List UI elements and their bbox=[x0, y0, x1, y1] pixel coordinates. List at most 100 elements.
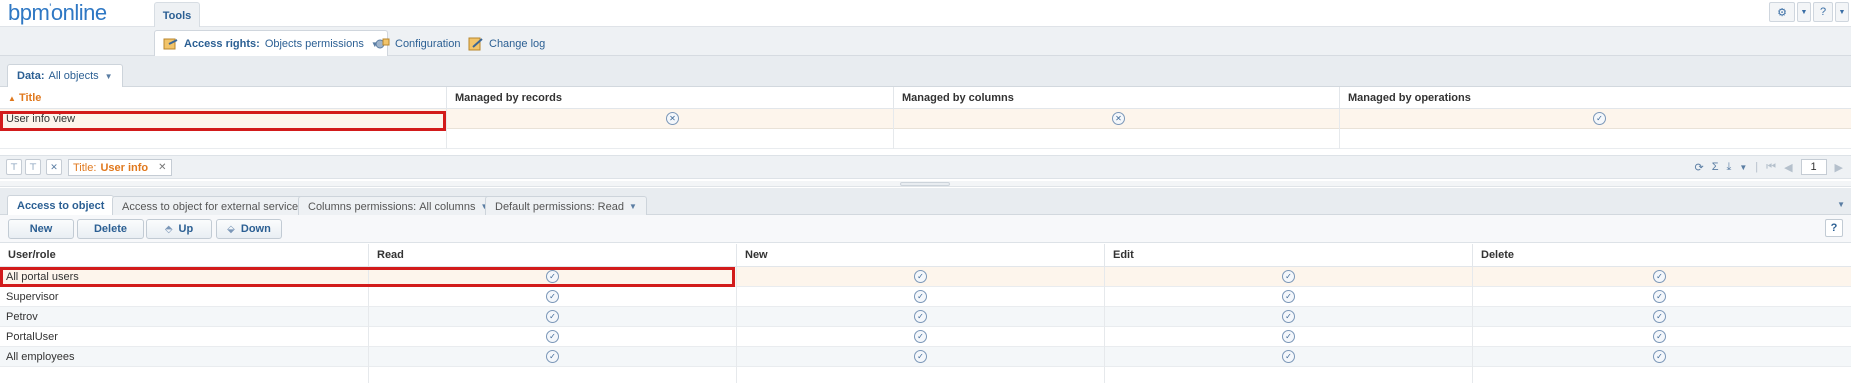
cross-icon[interactable]: ✕ bbox=[666, 112, 679, 125]
check-icon[interactable]: ✓ bbox=[546, 350, 559, 363]
check-icon[interactable]: ✓ bbox=[914, 310, 927, 323]
app-window: bpm'online Tools ⚙ ▼ ? ▼ Access rights: … bbox=[0, 0, 1851, 383]
prev-page-icon[interactable]: ◀ bbox=[1784, 161, 1792, 174]
data-filter-dropdown[interactable]: Data: All objects ▼ bbox=[7, 64, 123, 87]
divider: | bbox=[1755, 161, 1759, 173]
pager: ⟳ Σ ⤓ ▼ | ⏮ ◀ 1 ▶ bbox=[1694, 159, 1843, 175]
help-icon[interactable]: ? bbox=[1813, 2, 1833, 22]
splitter[interactable] bbox=[0, 181, 1851, 187]
help-icon[interactable]: ? bbox=[1825, 219, 1843, 237]
column-header-read[interactable]: Read bbox=[369, 244, 737, 267]
cell-role: Supervisor bbox=[0, 287, 369, 307]
arrow-down-icon: ⬙ bbox=[227, 223, 235, 235]
down-button[interactable]: ⬙ Down bbox=[216, 219, 282, 239]
collapse-icon[interactable]: ▼ bbox=[1837, 200, 1845, 209]
cell-role: PortalUser bbox=[0, 327, 369, 347]
clear-filter-icon[interactable]: ✕ bbox=[46, 159, 62, 175]
check-icon[interactable]: ✓ bbox=[1593, 112, 1606, 125]
check-icon[interactable]: ✓ bbox=[1282, 310, 1295, 323]
chevron-down-icon: ▼ bbox=[104, 71, 113, 81]
check-icon[interactable]: ✓ bbox=[546, 310, 559, 323]
check-icon[interactable]: ✓ bbox=[914, 290, 927, 303]
cell-role: All portal users bbox=[0, 267, 369, 287]
access-rights-icon bbox=[163, 38, 178, 50]
check-icon[interactable]: ✓ bbox=[1653, 310, 1666, 323]
tab-external-services[interactable]: Access to object for external services bbox=[112, 196, 314, 216]
table-row[interactable]: All portal users ✓ ✓ ✓ ✓ bbox=[0, 267, 1851, 287]
chevron-down-icon: ▼ bbox=[628, 202, 637, 211]
tab-access-to-object[interactable]: Access to object bbox=[7, 195, 115, 216]
sum-icon[interactable]: Σ bbox=[1712, 161, 1719, 173]
table-row[interactable]: All employees ✓ ✓ ✓ ✓ bbox=[0, 347, 1851, 367]
export-icon[interactable]: ⤓ bbox=[1727, 161, 1732, 174]
configuration-link[interactable]: Configuration bbox=[374, 31, 460, 56]
table-row[interactable]: User info view ✕ ✕ ✓ bbox=[0, 109, 1851, 129]
column-header-new[interactable]: New bbox=[737, 244, 1105, 267]
chevron-down-icon[interactable]: ▼ bbox=[1797, 2, 1811, 22]
sort-ascending-icon: ▲ bbox=[8, 94, 16, 103]
table-row[interactable]: PortalUser ✓ ✓ ✓ ✓ bbox=[0, 327, 1851, 347]
cell-records: ✕ bbox=[447, 109, 894, 129]
check-icon[interactable]: ✓ bbox=[1653, 270, 1666, 283]
filter-chip[interactable]: Title: User info ✕ bbox=[68, 159, 172, 176]
check-icon[interactable]: ✓ bbox=[1653, 330, 1666, 343]
check-icon[interactable]: ✓ bbox=[1282, 350, 1295, 363]
table-row[interactable]: Supervisor ✓ ✓ ✓ ✓ bbox=[0, 287, 1851, 307]
check-icon[interactable]: ✓ bbox=[546, 330, 559, 343]
check-icon[interactable]: ✓ bbox=[1653, 290, 1666, 303]
logo: bpm'online bbox=[8, 0, 107, 25]
objects-grid: ▲ Title Managed by records Managed by co… bbox=[0, 87, 1851, 150]
access-rights-dropdown[interactable]: Access rights: Objects permissions ▼ bbox=[154, 30, 388, 57]
roles-grid-header: User/role Read New Edit Delete bbox=[0, 244, 1851, 267]
cell-columns: ✕ bbox=[894, 109, 1340, 129]
cell-title: User info view bbox=[0, 109, 447, 129]
check-icon[interactable]: ✓ bbox=[1282, 290, 1295, 303]
check-icon[interactable]: ✓ bbox=[914, 270, 927, 283]
objects-grid-header: ▲ Title Managed by records Managed by co… bbox=[0, 87, 1851, 109]
table-row[interactable]: Petrov ✓ ✓ ✓ ✓ bbox=[0, 307, 1851, 327]
arrow-up-icon: ⬘ bbox=[164, 223, 173, 235]
header-icons: ⚙ ▼ ? ▼ bbox=[1769, 2, 1849, 22]
page-number-input[interactable]: 1 bbox=[1800, 159, 1827, 175]
delete-button[interactable]: Delete bbox=[77, 219, 144, 239]
cell-role: All employees bbox=[0, 347, 369, 367]
filter-icon[interactable]: ⊤ bbox=[6, 159, 22, 175]
gear-icon[interactable]: ⚙ bbox=[1769, 2, 1795, 22]
column-header-title[interactable]: ▲ Title bbox=[0, 87, 447, 109]
tools-tab[interactable]: Tools bbox=[154, 2, 200, 28]
tab-default-permissions[interactable]: Default permissions: Read ▼ bbox=[485, 196, 647, 216]
detail-tabs: Access to object Access to object for ex… bbox=[0, 188, 1851, 216]
column-header-operations[interactable]: Managed by operations bbox=[1340, 87, 1851, 109]
splitter-grip[interactable] bbox=[900, 182, 950, 186]
new-button[interactable]: New bbox=[8, 219, 74, 239]
up-button[interactable]: ⬘ Up bbox=[146, 219, 212, 239]
check-icon[interactable]: ✓ bbox=[546, 270, 559, 283]
column-header-edit[interactable]: Edit bbox=[1105, 244, 1473, 267]
check-icon[interactable]: ✓ bbox=[546, 290, 559, 303]
filter-bar: ⊤ ⊤ ✕ Title: User info ✕ ⟳ Σ ⤓ ▼ | ⏮ ◀ 1… bbox=[0, 155, 1851, 179]
data-filter-row: Data: All objects ▼ bbox=[0, 56, 1851, 87]
check-icon[interactable]: ✓ bbox=[1282, 330, 1295, 343]
column-header-user-role[interactable]: User/role bbox=[0, 244, 369, 267]
column-header-delete[interactable]: Delete bbox=[1473, 244, 1851, 267]
section-navigation: Access rights: Objects permissions ▼ Con… bbox=[0, 27, 1851, 57]
first-page-icon[interactable]: ⏮ bbox=[1766, 161, 1776, 174]
next-page-icon[interactable]: ▶ bbox=[1835, 161, 1843, 174]
empty-row bbox=[0, 367, 1851, 383]
chevron-down-icon[interactable]: ▼ bbox=[1739, 163, 1747, 172]
top-header: bpm'online Tools ⚙ ▼ ? ▼ bbox=[0, 0, 1851, 28]
check-icon[interactable]: ✓ bbox=[1653, 350, 1666, 363]
cell-operations: ✓ bbox=[1340, 109, 1851, 129]
column-header-columns[interactable]: Managed by columns bbox=[894, 87, 1340, 109]
check-icon[interactable]: ✓ bbox=[914, 330, 927, 343]
remove-filter-icon[interactable]: ✕ bbox=[158, 162, 166, 173]
cross-icon[interactable]: ✕ bbox=[1112, 112, 1125, 125]
refresh-icon[interactable]: ⟳ bbox=[1694, 161, 1703, 174]
advanced-filter-icon[interactable]: ⊤ bbox=[25, 159, 41, 175]
column-header-records[interactable]: Managed by records bbox=[447, 87, 894, 109]
tab-columns-permissions[interactable]: Columns permissions: All columns ▼ bbox=[298, 196, 499, 216]
check-icon[interactable]: ✓ bbox=[914, 350, 927, 363]
check-icon[interactable]: ✓ bbox=[1282, 270, 1295, 283]
change-log-link[interactable]: Change log bbox=[468, 31, 545, 56]
chevron-down-icon[interactable]: ▼ bbox=[1835, 2, 1849, 22]
